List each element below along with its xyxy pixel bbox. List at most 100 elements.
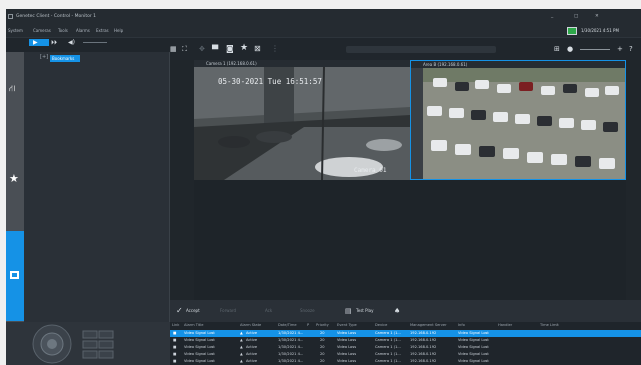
- table-row[interactable]: ■ Video Signal Lost ▲ Active 1/30/2021 4…: [170, 337, 641, 344]
- maximize-button[interactable]: □: [574, 9, 578, 25]
- cell-event-type: Video Loss: [337, 352, 357, 356]
- cell-priority: 20: [320, 352, 325, 356]
- menu-item-tools[interactable]: Tools: [58, 25, 68, 37]
- cell-datetime: 1/30/2021 4...: [278, 345, 304, 349]
- cell-server: 192.168.0.192: [410, 359, 437, 363]
- cell-info: Video Signal Lost: [458, 352, 489, 356]
- cell-state: Active: [246, 352, 258, 356]
- empty-view-area: [194, 180, 626, 300]
- ptz-joystick[interactable]: [6, 322, 170, 365]
- cell-device: Camera 1 (1...: [375, 359, 401, 363]
- cell-server: 192.168.0.192: [410, 338, 437, 342]
- layout-grid-icon[interactable]: ▦: [170, 45, 177, 54]
- alarm-action-bar: ✓ Accept Forward Ack Snooze ▤ Test Play …: [170, 300, 641, 322]
- cell-server: 192.168.0.192: [410, 345, 437, 349]
- snapshot-icon[interactable]: ◙: [226, 44, 234, 53]
- ack-button[interactable]: Ack: [265, 300, 272, 322]
- cell-state: Active: [246, 331, 258, 335]
- col-info[interactable]: Info: [458, 322, 465, 329]
- pan-icon[interactable]: ✥: [199, 45, 205, 54]
- menu-item-system[interactable]: System: [8, 25, 23, 37]
- ptz-control: [6, 322, 170, 365]
- alarm-table-header: Link Alarm Title Alarm State Date/Time P…: [170, 322, 641, 329]
- plus-icon[interactable]: +: [617, 45, 623, 54]
- volume-slider[interactable]: [83, 42, 107, 43]
- forward-icon[interactable]: ⏵⏵: [51, 38, 57, 47]
- snooze-button[interactable]: Snooze: [300, 300, 315, 322]
- cell-title: Video Signal Lost: [184, 338, 215, 342]
- person-icon: ▲: [240, 359, 243, 363]
- table-row[interactable]: ■ Video Signal Lost ▲ Active 1/30/2021 4…: [170, 344, 641, 351]
- camera-icon: ■: [173, 338, 177, 342]
- menu-item-alarms[interactable]: Alarms: [76, 25, 90, 37]
- minimize-button[interactable]: _: [551, 9, 553, 25]
- volume-icon[interactable]: ◀): [68, 38, 75, 47]
- cell-server: 192.168.0.192: [410, 352, 437, 356]
- bell-icon[interactable]: ♠: [394, 300, 400, 322]
- accept-button[interactable]: Accept: [186, 300, 200, 322]
- grid-icon[interactable]: ⊞: [554, 45, 560, 54]
- col-p[interactable]: P: [307, 322, 309, 329]
- timeline-bar[interactable]: [346, 46, 496, 53]
- nav-tree-icon[interactable]: ⛙: [9, 84, 15, 95]
- nav-selected-item[interactable]: [6, 231, 24, 321]
- help-icon[interactable]: ?: [629, 45, 633, 54]
- nav-favorites-icon[interactable]: ★: [9, 172, 19, 185]
- play-icon: ▶: [33, 39, 38, 46]
- col-server[interactable]: Management Server: [410, 322, 447, 329]
- cell-datetime: 1/30/2021 4...: [278, 359, 304, 363]
- bookmark-icon[interactable]: ⊠: [254, 44, 261, 53]
- camera-icon: ■: [173, 331, 177, 335]
- camera-2-title: Area B (192.168.0.61): [423, 62, 468, 67]
- cell-state: Active: [246, 359, 258, 363]
- star-icon[interactable]: ★: [240, 44, 248, 53]
- menu-item-help[interactable]: Help: [114, 25, 123, 37]
- cell-priority: 20: [320, 359, 325, 363]
- test-play-button[interactable]: Test Play: [356, 300, 374, 322]
- cell-datetime: 1/30/2021 4...: [278, 331, 304, 335]
- camera-2-video: [423, 68, 625, 179]
- cell-title: Video Signal Lost: [184, 345, 215, 349]
- title-bar: Genetec Client - Control - Monitor 1 _ □…: [6, 9, 641, 25]
- cell-event-type: Video Loss: [337, 338, 357, 342]
- tree-item-label: Bookmarks: [52, 56, 75, 61]
- camera-view-2[interactable]: Area B (192.168.0.61): [410, 60, 626, 180]
- window-title: Genetec Client - Control - Monitor 1: [16, 14, 96, 19]
- col-time-limit[interactable]: Time Limit: [540, 322, 559, 329]
- gear-icon[interactable]: ●: [567, 45, 573, 54]
- tree-expand-icon[interactable]: [+]: [40, 54, 48, 60]
- zoom-slider[interactable]: [580, 49, 610, 50]
- status-icon: [567, 27, 577, 35]
- camera-view-1[interactable]: Camera 1 (192.168.0.61) 05-30-2021 Tue 1…: [194, 60, 410, 180]
- table-row[interactable]: ■ Video Signal Lost ▲ Active 1/30/2021 4…: [170, 351, 641, 358]
- col-priority[interactable]: Priority: [316, 322, 329, 329]
- table-row[interactable]: ■ Video Signal Lost ▲ Active 1/30/2021 4…: [170, 358, 641, 365]
- forward-button[interactable]: Forward: [220, 300, 236, 322]
- cell-priority: 20: [320, 338, 325, 342]
- app-window: Genetec Client - Control - Monitor 1 _ □…: [6, 9, 641, 365]
- more-icon[interactable]: ⋮: [271, 44, 279, 53]
- cell-datetime: 1/30/2021 4...: [278, 352, 304, 356]
- table-row[interactable]: ■ Video Signal Lost ▲ Active 1/30/2021 4…: [170, 330, 641, 337]
- col-title[interactable]: Alarm Title: [184, 322, 203, 329]
- cell-info: Video Signal Lost: [458, 345, 489, 349]
- chat-icon[interactable]: ▀: [212, 45, 218, 54]
- app-logo-icon: [8, 14, 13, 19]
- live-mode-button[interactable]: [29, 39, 49, 46]
- cell-device: Camera 1 (1...: [375, 345, 401, 349]
- col-handler[interactable]: Handler: [498, 322, 512, 329]
- camera-1-name-overlay: Camera 01: [354, 167, 387, 174]
- cell-server: 192.168.0.192: [410, 331, 437, 335]
- fullscreen-icon[interactable]: ⛶: [182, 45, 187, 54]
- close-button[interactable]: ✕: [595, 9, 599, 25]
- cell-event-type: Video Loss: [337, 345, 357, 349]
- menu-item-cameras[interactable]: Cameras: [33, 25, 51, 37]
- col-datetime[interactable]: Date/Time: [278, 322, 297, 329]
- col-device[interactable]: Device: [375, 322, 387, 329]
- camera-1-title: Camera 1 (192.168.0.61): [206, 61, 257, 66]
- menu-item-extras[interactable]: Extras: [96, 25, 109, 37]
- document-icon: ▤: [345, 307, 352, 315]
- col-state[interactable]: Alarm State: [240, 322, 261, 329]
- col-event-type[interactable]: Event Type: [337, 322, 357, 329]
- col-link[interactable]: Link: [172, 322, 179, 329]
